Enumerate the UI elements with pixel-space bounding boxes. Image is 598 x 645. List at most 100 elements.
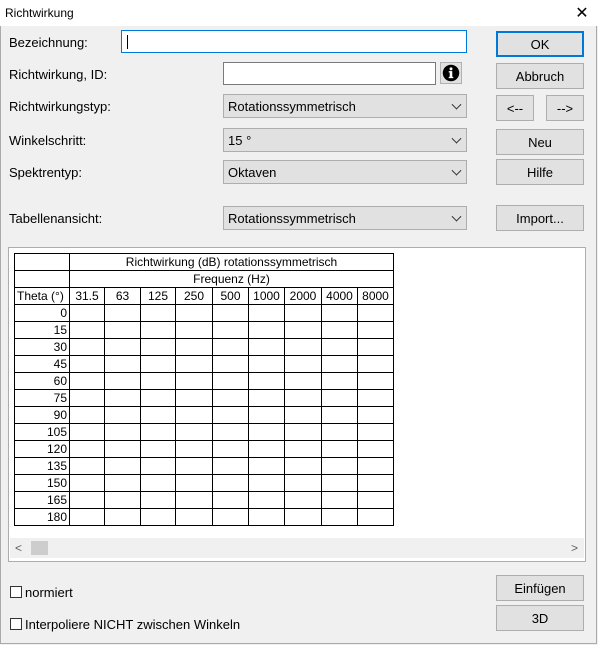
abbruch-button[interactable]: Abbruch bbox=[496, 63, 584, 89]
value-cell[interactable] bbox=[248, 372, 285, 390]
value-cell[interactable] bbox=[284, 321, 322, 339]
value-cell[interactable] bbox=[248, 338, 285, 356]
value-cell[interactable] bbox=[357, 389, 394, 407]
value-cell[interactable] bbox=[248, 355, 285, 373]
value-cell[interactable] bbox=[140, 474, 176, 492]
value-cell[interactable] bbox=[284, 304, 322, 322]
interpoliere-checkbox[interactable] bbox=[10, 618, 22, 630]
value-cell[interactable] bbox=[69, 423, 105, 441]
value-cell[interactable] bbox=[175, 389, 213, 407]
scroll-right-arrow[interactable]: > bbox=[571, 541, 578, 555]
value-cell[interactable] bbox=[104, 372, 141, 390]
value-cell[interactable] bbox=[321, 338, 358, 356]
value-cell[interactable] bbox=[140, 406, 176, 424]
value-cell[interactable] bbox=[140, 491, 176, 509]
scroll-left-arrow[interactable]: < bbox=[15, 541, 22, 555]
value-cell[interactable] bbox=[104, 338, 141, 356]
value-cell[interactable] bbox=[212, 389, 249, 407]
value-cell[interactable] bbox=[357, 406, 394, 424]
value-cell[interactable] bbox=[321, 474, 358, 492]
value-cell[interactable] bbox=[140, 321, 176, 339]
value-cell[interactable] bbox=[175, 304, 213, 322]
value-cell[interactable] bbox=[104, 474, 141, 492]
value-cell[interactable] bbox=[248, 440, 285, 458]
value-cell[interactable] bbox=[175, 508, 213, 526]
value-cell[interactable] bbox=[321, 406, 358, 424]
value-cell[interactable] bbox=[175, 406, 213, 424]
import-button[interactable]: Import... bbox=[496, 205, 584, 231]
value-cell[interactable] bbox=[212, 304, 249, 322]
value-cell[interactable] bbox=[248, 423, 285, 441]
value-cell[interactable] bbox=[104, 423, 141, 441]
value-cell[interactable] bbox=[321, 372, 358, 390]
value-cell[interactable] bbox=[212, 372, 249, 390]
value-cell[interactable] bbox=[357, 304, 394, 322]
value-cell[interactable] bbox=[69, 321, 105, 339]
value-cell[interactable] bbox=[212, 338, 249, 356]
value-cell[interactable] bbox=[104, 406, 141, 424]
value-cell[interactable] bbox=[212, 355, 249, 373]
value-cell[interactable] bbox=[69, 389, 105, 407]
value-cell[interactable] bbox=[104, 321, 141, 339]
value-cell[interactable] bbox=[357, 423, 394, 441]
value-cell[interactable] bbox=[212, 423, 249, 441]
value-cell[interactable] bbox=[357, 321, 394, 339]
einfuegen-button[interactable]: Einfügen bbox=[496, 575, 584, 601]
value-cell[interactable] bbox=[284, 474, 322, 492]
value-cell[interactable] bbox=[284, 440, 322, 458]
tabelle-select[interactable]: Rotationssymmetrisch bbox=[223, 206, 467, 230]
value-cell[interactable] bbox=[284, 355, 322, 373]
3d-button[interactable]: 3D bbox=[496, 605, 584, 631]
value-cell[interactable] bbox=[69, 491, 105, 509]
hilfe-button[interactable]: Hilfe bbox=[496, 159, 584, 185]
value-cell[interactable] bbox=[357, 372, 394, 390]
value-cell[interactable] bbox=[104, 389, 141, 407]
value-cell[interactable] bbox=[175, 355, 213, 373]
value-cell[interactable] bbox=[212, 440, 249, 458]
value-cell[interactable] bbox=[140, 440, 176, 458]
value-cell[interactable] bbox=[69, 508, 105, 526]
value-cell[interactable] bbox=[175, 491, 213, 509]
value-cell[interactable] bbox=[321, 491, 358, 509]
value-cell[interactable] bbox=[140, 372, 176, 390]
value-cell[interactable] bbox=[357, 440, 394, 458]
value-cell[interactable] bbox=[284, 491, 322, 509]
typ-select[interactable]: Rotationssymmetrisch bbox=[223, 94, 467, 118]
value-cell[interactable] bbox=[140, 338, 176, 356]
value-cell[interactable] bbox=[321, 423, 358, 441]
value-cell[interactable] bbox=[212, 508, 249, 526]
value-cell[interactable] bbox=[175, 372, 213, 390]
value-cell[interactable] bbox=[284, 372, 322, 390]
value-cell[interactable] bbox=[140, 508, 176, 526]
value-cell[interactable] bbox=[104, 304, 141, 322]
value-cell[interactable] bbox=[175, 440, 213, 458]
value-cell[interactable] bbox=[357, 355, 394, 373]
value-cell[interactable] bbox=[357, 508, 394, 526]
value-cell[interactable] bbox=[212, 406, 249, 424]
value-cell[interactable] bbox=[321, 457, 358, 475]
value-cell[interactable] bbox=[248, 304, 285, 322]
value-cell[interactable] bbox=[69, 457, 105, 475]
value-cell[interactable] bbox=[175, 474, 213, 492]
value-cell[interactable] bbox=[248, 406, 285, 424]
value-cell[interactable] bbox=[321, 389, 358, 407]
value-cell[interactable] bbox=[212, 491, 249, 509]
value-cell[interactable] bbox=[321, 508, 358, 526]
next-button[interactable]: --> bbox=[546, 95, 584, 121]
normiert-checkbox[interactable] bbox=[10, 586, 22, 598]
value-cell[interactable] bbox=[321, 440, 358, 458]
value-cell[interactable] bbox=[357, 457, 394, 475]
id-input[interactable] bbox=[223, 62, 436, 85]
winkel-select[interactable]: 15 ° bbox=[223, 128, 467, 152]
value-cell[interactable] bbox=[248, 508, 285, 526]
value-cell[interactable] bbox=[248, 474, 285, 492]
value-cell[interactable] bbox=[357, 491, 394, 509]
bezeichnung-input[interactable] bbox=[121, 30, 467, 53]
ok-button[interactable]: OK bbox=[496, 31, 584, 57]
value-cell[interactable] bbox=[212, 457, 249, 475]
value-cell[interactable] bbox=[321, 355, 358, 373]
value-cell[interactable] bbox=[284, 508, 322, 526]
neu-button[interactable]: Neu bbox=[496, 129, 584, 155]
value-cell[interactable] bbox=[69, 372, 105, 390]
value-cell[interactable] bbox=[69, 406, 105, 424]
